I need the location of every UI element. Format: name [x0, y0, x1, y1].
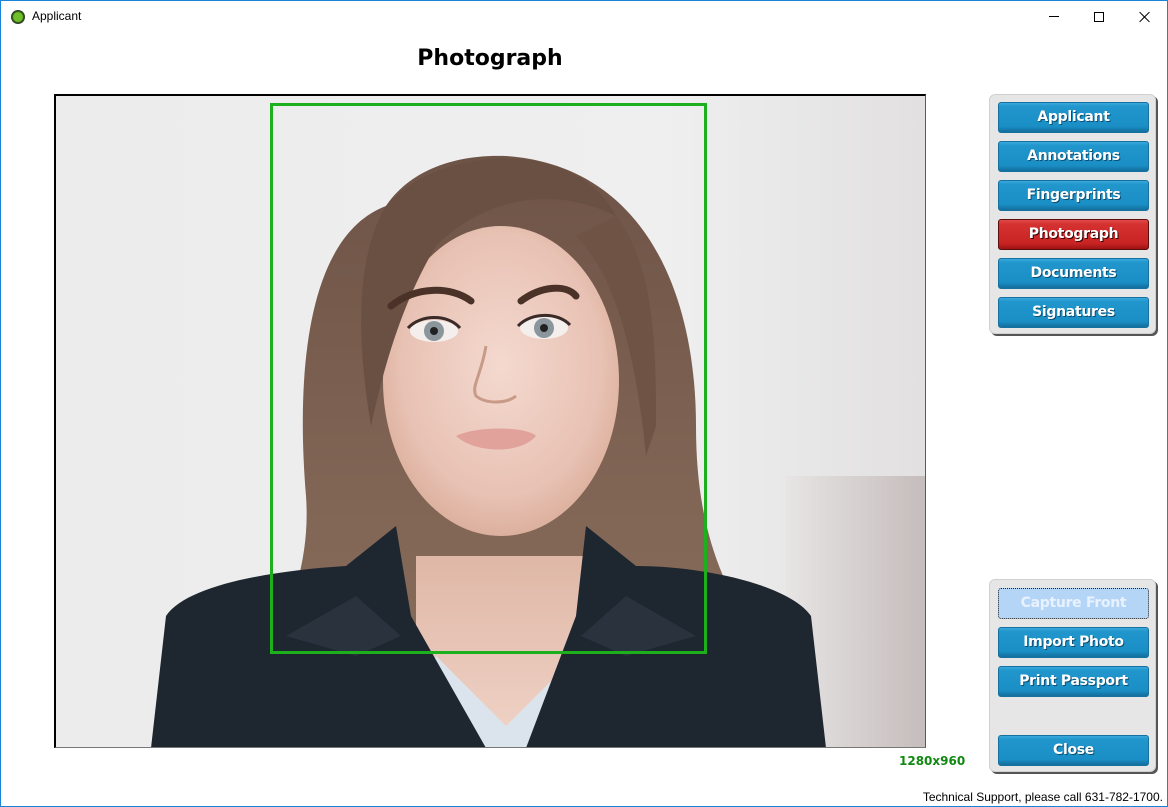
maximize-icon	[1094, 11, 1104, 22]
maximize-button[interactable]	[1076, 1, 1122, 32]
support-text: Technical Support, please call 631-782-1…	[922, 790, 1163, 804]
nav-photograph-button[interactable]: Photograph	[998, 219, 1149, 250]
application-window: Applicant Photograph 1280x960 Applicant …	[0, 0, 1168, 807]
nav-signatures-button[interactable]: Signatures	[998, 297, 1149, 328]
title-bar[interactable]: Applicant	[1, 1, 1167, 32]
nav-annotations-button[interactable]: Annotations	[998, 141, 1149, 172]
close-button[interactable]: Close	[998, 735, 1149, 766]
print-passport-button[interactable]: Print Passport	[998, 666, 1149, 697]
close-icon	[1139, 11, 1151, 23]
face-crop-box[interactable]	[270, 103, 707, 654]
nav-documents-button[interactable]: Documents	[998, 258, 1149, 289]
capture-front-button[interactable]: Capture Front	[998, 588, 1149, 619]
image-resolution: 1280x960	[899, 754, 966, 768]
minimize-button[interactable]	[1031, 1, 1077, 32]
window-close-button[interactable]	[1122, 1, 1168, 32]
app-logo-icon	[11, 10, 25, 24]
page-title: Photograph	[417, 46, 563, 71]
actions-panel: Capture Front Import Photo Print Passpor…	[989, 579, 1156, 772]
minimize-icon	[1049, 16, 1059, 17]
window-title: Applicant	[32, 9, 82, 23]
nav-fingerprints-button[interactable]: Fingerprints	[998, 180, 1149, 211]
navigation-panel: Applicant Annotations Fingerprints Photo…	[989, 94, 1156, 334]
import-photo-button[interactable]: Import Photo	[998, 627, 1149, 658]
nav-applicant-button[interactable]: Applicant	[998, 102, 1149, 133]
